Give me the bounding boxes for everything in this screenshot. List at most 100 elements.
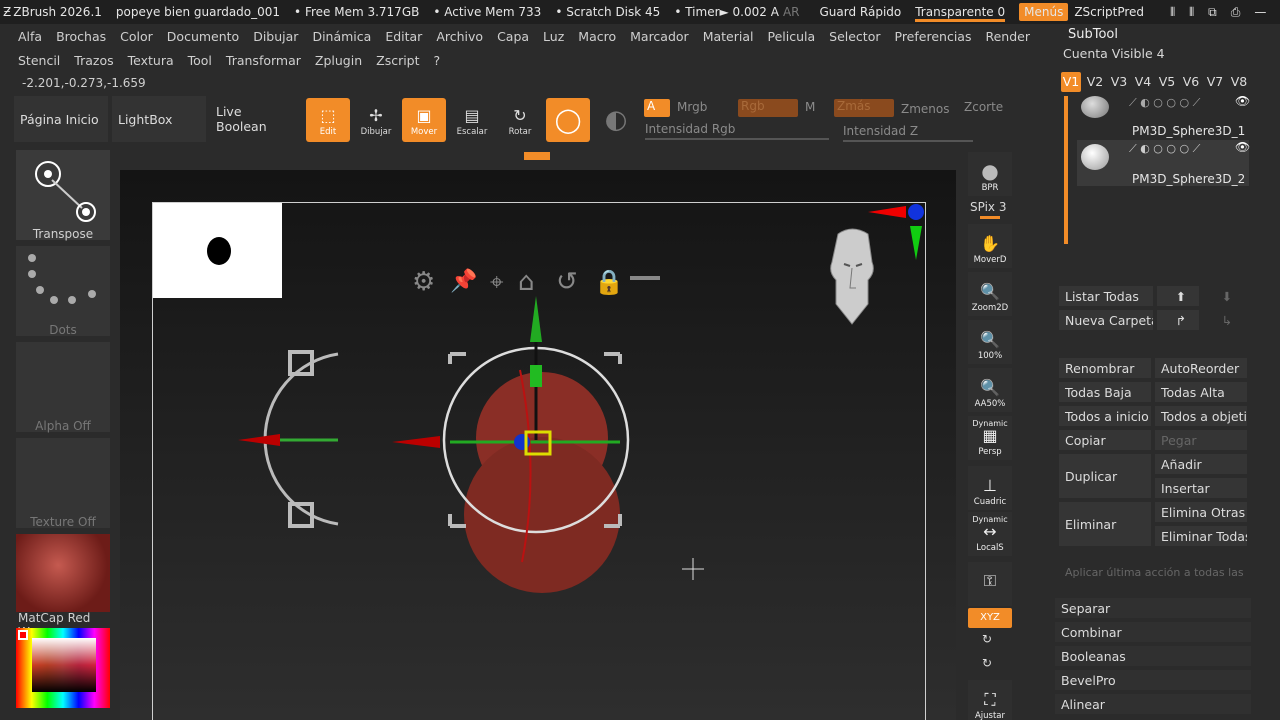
spix-slider[interactable] bbox=[980, 216, 1000, 219]
list-all-button[interactable]: Listar Todas bbox=[1059, 286, 1153, 306]
spix-setting[interactable]: SPix 3 bbox=[970, 200, 1006, 214]
all-high-button[interactable]: Todas Alta bbox=[1155, 382, 1247, 402]
menu-color[interactable]: Color bbox=[120, 29, 153, 44]
head-orientation-icon[interactable] bbox=[822, 224, 884, 328]
folder-arrow2-icon[interactable]: ↳ bbox=[1203, 310, 1245, 330]
menu-tool[interactable]: Tool bbox=[188, 53, 212, 68]
menu-zplugin[interactable]: Zplugin bbox=[315, 53, 362, 68]
all-to-home-button[interactable]: Todos a inicio bbox=[1059, 406, 1151, 426]
menu-help[interactable]: ? bbox=[434, 53, 441, 68]
rgb-toggle[interactable]: Rgb bbox=[738, 99, 798, 117]
copy-button[interactable]: Copiar bbox=[1059, 430, 1151, 450]
subtool-title[interactable]: SubTool bbox=[1068, 27, 1118, 42]
subtool-item-2[interactable]: ⟋ ◐ ○ ○ ○ ⟋ 👁 PM3D_Sphere3D_2 bbox=[1077, 140, 1250, 186]
menu-preferencias[interactable]: Preferencias bbox=[895, 29, 972, 44]
live-boolean-button[interactable]: Live Boolean bbox=[210, 96, 290, 142]
edit-button[interactable]: ⬚ Edit bbox=[306, 98, 350, 142]
z-intensity-track[interactable] bbox=[843, 140, 973, 142]
save-icon[interactable]: ⎙ bbox=[1231, 5, 1241, 20]
move-down-icon[interactable]: ⬇ bbox=[1203, 286, 1245, 306]
menu-selector[interactable]: Selector bbox=[829, 29, 880, 44]
folder-arrow-icon[interactable]: ↱ bbox=[1157, 310, 1199, 330]
new-folder-button[interactable]: Nueva Carpeta bbox=[1059, 310, 1153, 330]
m-button[interactable]: M bbox=[805, 100, 815, 114]
menu-marcador[interactable]: Marcador bbox=[630, 29, 689, 44]
menu-trazos[interactable]: Trazos bbox=[74, 53, 113, 68]
dock-icon[interactable]: ⧉ bbox=[1208, 5, 1217, 20]
version-tab-v8[interactable]: V8 bbox=[1229, 72, 1249, 92]
paste-button[interactable]: Pegar bbox=[1155, 430, 1247, 450]
main-color-swatch[interactable] bbox=[18, 630, 28, 640]
version-tab-v7[interactable]: V7 bbox=[1205, 72, 1225, 92]
rgb-intensity-track[interactable] bbox=[645, 138, 829, 140]
rotate-y-icon[interactable]: ↻ bbox=[982, 632, 992, 646]
draw-button[interactable]: ✢ Dibujar bbox=[354, 98, 398, 142]
rename-button[interactable]: Renombrar bbox=[1059, 358, 1151, 378]
delete-others-button[interactable]: Elimina Otras bbox=[1155, 502, 1247, 522]
lightbox-button[interactable]: LightBox bbox=[112, 96, 206, 142]
menu-alfa[interactable]: Alfa bbox=[18, 29, 42, 44]
menu-transformar[interactable]: Transformar bbox=[226, 53, 301, 68]
version-tab-v2[interactable]: V2 bbox=[1085, 72, 1105, 92]
material-sphere-button[interactable]: ◐ bbox=[594, 98, 638, 142]
menu-archivo[interactable]: Archivo bbox=[436, 29, 483, 44]
local-symmetry-button[interactable]: Dynamic ↔ LocalS bbox=[968, 512, 1012, 556]
version-tab-v3[interactable]: V3 bbox=[1109, 72, 1129, 92]
visibility-eye-icon[interactable]: 👁 bbox=[1235, 94, 1250, 108]
subtool-toggles-1[interactable]: ⟋ ◐ ○ ○ ○ ⟋ bbox=[1129, 96, 1200, 110]
menus-button[interactable]: Menús bbox=[1019, 3, 1069, 21]
perspective-button[interactable]: Dynamic ▦ Persp bbox=[968, 416, 1012, 460]
frame-button[interactable]: ⛶ Ajustar bbox=[968, 680, 1012, 720]
color-picker[interactable] bbox=[16, 628, 110, 708]
layout2-icon[interactable]: ⫴ bbox=[1189, 5, 1194, 20]
zscript-pred-button[interactable]: ZScriptPred bbox=[1074, 5, 1144, 19]
zsub-toggle[interactable]: Zmenos bbox=[901, 102, 950, 116]
visibility-eye-icon[interactable]: 👁 bbox=[1235, 140, 1250, 154]
menu-material[interactable]: Material bbox=[703, 29, 754, 44]
version-tab-v1[interactable]: V1 bbox=[1061, 72, 1081, 92]
shelf-scroll-marker[interactable] bbox=[524, 152, 550, 160]
move-button[interactable]: ▣ Mover bbox=[402, 98, 446, 142]
actual-size-button[interactable]: 🔍 100% bbox=[968, 320, 1012, 364]
rotate-button[interactable]: ↻ Rotar bbox=[498, 98, 542, 142]
rotate-z-icon[interactable]: ↻ bbox=[982, 656, 992, 670]
zadd-toggle[interactable]: Zmás bbox=[834, 99, 894, 117]
menu-brochas[interactable]: Brochas bbox=[56, 29, 106, 44]
insert-button[interactable]: Insertar bbox=[1155, 478, 1247, 498]
menu-dibujar[interactable]: Dibujar bbox=[253, 29, 298, 44]
menu-macro[interactable]: Macro bbox=[578, 29, 616, 44]
menu-dinamica[interactable]: Dinámica bbox=[312, 29, 371, 44]
delete-button[interactable]: Eliminar bbox=[1059, 502, 1151, 546]
move-up-icon[interactable]: ⬆ bbox=[1157, 286, 1199, 306]
subtool-scrollbar[interactable] bbox=[1064, 96, 1068, 244]
bpr-button[interactable]: ● BPR bbox=[968, 152, 1012, 196]
menu-textura[interactable]: Textura bbox=[128, 53, 174, 68]
version-tab-v6[interactable]: V6 bbox=[1181, 72, 1201, 92]
mrgb-button[interactable]: Mrgb bbox=[677, 100, 707, 114]
bevelpro-menu[interactable]: BevelPro bbox=[1055, 670, 1251, 690]
version-tab-v5[interactable]: V5 bbox=[1157, 72, 1177, 92]
material-tile[interactable] bbox=[16, 534, 110, 612]
move-2d-button[interactable]: ✋ MoverD bbox=[968, 224, 1012, 268]
layout-icon[interactable]: ⫴ bbox=[1170, 5, 1175, 20]
align-menu[interactable]: Alinear bbox=[1055, 694, 1251, 714]
menu-zscript[interactable]: Zscript bbox=[376, 53, 419, 68]
zcut-toggle[interactable]: Zcorte bbox=[964, 100, 1003, 114]
gizmo-toggle-button[interactable]: ◯ bbox=[546, 98, 590, 142]
duplicate-button[interactable]: Duplicar bbox=[1059, 454, 1151, 498]
menu-render[interactable]: Render bbox=[985, 29, 1030, 44]
menu-luz[interactable]: Luz bbox=[543, 29, 564, 44]
all-to-target-button[interactable]: Todos a objetivo bbox=[1155, 406, 1247, 426]
menu-capa[interactable]: Capa bbox=[497, 29, 529, 44]
home-page-button[interactable]: Página Inicio bbox=[14, 96, 108, 142]
xyz-rotate-button[interactable]: XYZ bbox=[968, 608, 1012, 628]
lock-camera-button[interactable]: ⚿ bbox=[968, 562, 1012, 606]
guard-rapido-button[interactable]: Guard Rápido bbox=[819, 5, 901, 19]
autoreorder-button[interactable]: AutoReorder bbox=[1155, 358, 1247, 378]
apply-last-action-button[interactable]: Aplicar última acción a todas las bbox=[1059, 562, 1247, 582]
menu-pelicula[interactable]: Pelicula bbox=[767, 29, 815, 44]
minimize-icon[interactable]: — bbox=[1254, 5, 1266, 19]
split-menu[interactable]: Separar bbox=[1055, 598, 1251, 618]
scale-button[interactable]: ▤ Escalar bbox=[450, 98, 494, 142]
append-button[interactable]: Añadir bbox=[1155, 454, 1247, 474]
